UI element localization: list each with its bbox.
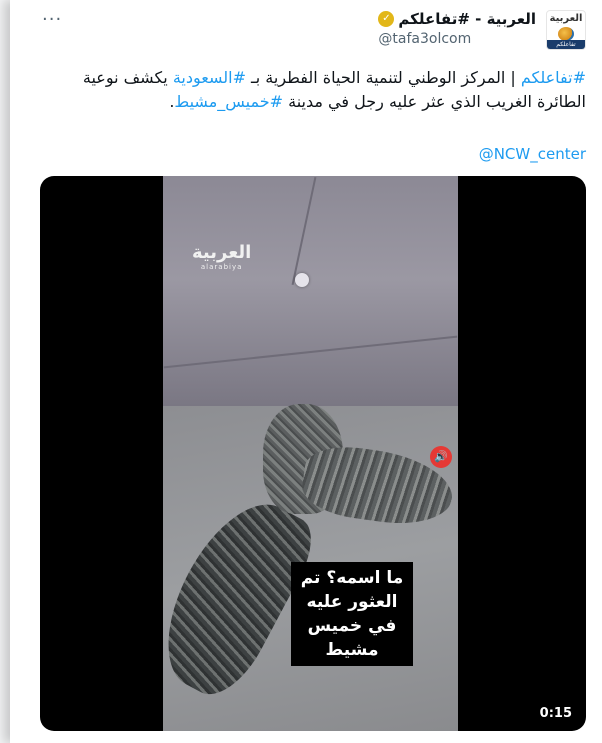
video-player[interactable]: العربية alarabiya 🔊 ما اسمه؟ تم العثور ع… — [40, 176, 586, 731]
globe-icon — [558, 27, 574, 41]
hashtag-link[interactable]: #تفاعلكم — [521, 68, 586, 87]
speaker-muted-icon[interactable]: 🔊 — [430, 446, 452, 468]
sofa-button — [295, 273, 309, 287]
sofa-image — [163, 176, 458, 406]
logo-arabic: العربية — [192, 242, 252, 263]
logo-latin: alarabiya — [200, 263, 243, 271]
avatar[interactable]: العربية تفاعلكم — [546, 10, 586, 50]
author-info: العربية - #تفاعلكم ✓ @tafa3olcom — [378, 10, 536, 47]
display-name-line[interactable]: العربية - #تفاعلكم ✓ — [378, 10, 536, 28]
user-handle[interactable]: @tafa3olcom — [378, 31, 471, 47]
more-options-button[interactable]: ··· — [42, 11, 62, 29]
display-name[interactable]: العربية - #تفاعلكم — [398, 10, 536, 28]
avatar-brand: العربية — [549, 13, 583, 24]
video-caption: ما اسمه؟ تم العثور عليه في خميس مشيط — [291, 562, 413, 666]
alarabiya-logo: العربية alarabiya — [192, 242, 251, 271]
hashtag-link[interactable]: #خميس_مشيط — [174, 92, 283, 111]
video-duration: 0:15 — [539, 706, 572, 721]
verified-badge-icon: ✓ — [378, 11, 395, 27]
mention-link[interactable]: @NCW_center — [479, 145, 586, 163]
hashtag-link[interactable]: #السعودية — [173, 68, 246, 87]
tweet-header: العربية تفاعلكم العربية - #تفاعلكم ✓ @ta… — [378, 10, 586, 56]
tweet-text-segment: | المركز الوطني لتنمية الحياة الفطرية بـ — [245, 68, 521, 87]
avatar-subtitle: تفاعلكم — [547, 40, 585, 49]
video-frame[interactable]: العربية alarabiya 🔊 ما اسمه؟ تم العثور ع… — [141, 176, 458, 731]
sofa-seam — [163, 335, 458, 369]
tweet-text: #تفاعلكم | المركز الوطني لتنمية الحياة ا… — [50, 66, 586, 114]
sofa-seam — [291, 176, 317, 286]
tweet-card: ··· العربية تفاعلكم العربية - #تفاعلكم ✓… — [10, 0, 602, 743]
